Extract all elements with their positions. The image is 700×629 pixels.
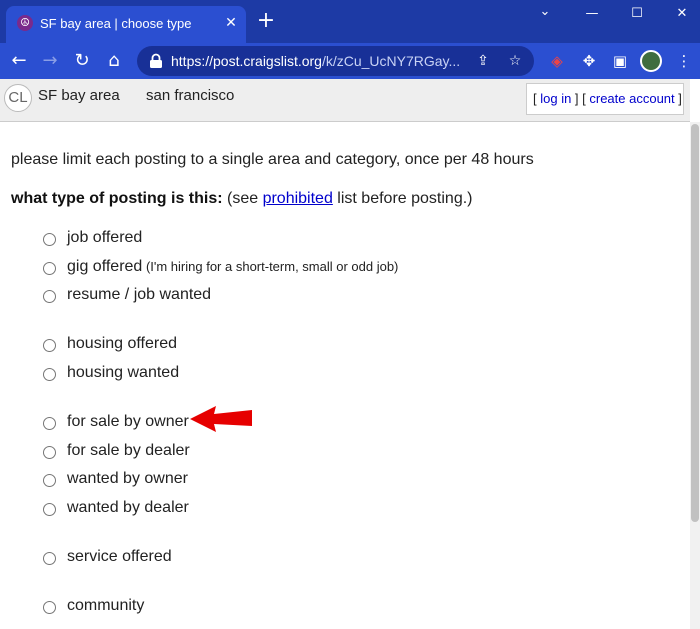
option-label[interactable]: community xyxy=(67,597,144,615)
radio-button[interactable] xyxy=(43,417,56,430)
active-tab[interactable]: ☮ SF bay area | choose type ✕ xyxy=(6,6,246,43)
scrollbar-thumb[interactable] xyxy=(691,124,699,522)
radio-button[interactable] xyxy=(43,368,56,381)
craigslist-header: CL SF bay area san francisco [ log in ] … xyxy=(0,79,690,122)
peace-sign-favicon-icon: ☮ xyxy=(17,15,33,31)
option-label[interactable]: wanted by owner xyxy=(67,470,188,488)
radio-button[interactable] xyxy=(43,262,56,275)
page-content: CL SF bay area san francisco [ log in ] … xyxy=(0,79,700,629)
profile-avatar[interactable] xyxy=(640,50,662,72)
option-label[interactable]: for sale by owner xyxy=(67,413,189,431)
tab-title: SF bay area | choose type xyxy=(40,16,192,31)
reload-icon[interactable]: ↻ xyxy=(70,49,94,73)
posting-limit-notice: please limit each posting to a single ar… xyxy=(11,151,534,168)
close-window-button[interactable]: ✕ xyxy=(671,4,693,24)
address-bar[interactable]: https://post.craigslist.org/k/zCu_UcNY7R… xyxy=(137,46,534,76)
radio-button[interactable] xyxy=(43,601,56,614)
tab-close-icon[interactable]: ✕ xyxy=(222,14,240,32)
option-label[interactable]: for sale by dealer xyxy=(67,442,190,460)
craigslist-logo[interactable]: CL xyxy=(4,84,32,112)
option-label[interactable]: resume / job wanted xyxy=(67,286,211,304)
option-label[interactable]: housing offered xyxy=(67,335,177,353)
lock-icon[interactable] xyxy=(149,53,163,69)
forward-arrow-icon[interactable]: → xyxy=(38,49,62,73)
tab-strip: ☮ SF bay area | choose type ✕ + ⌄ — ☐ ✕ xyxy=(0,0,700,43)
radio-button[interactable] xyxy=(43,474,56,487)
radio-button[interactable] xyxy=(43,339,56,352)
puzzle-extensions-icon[interactable]: ✥ xyxy=(577,49,601,73)
back-arrow-icon[interactable]: ← xyxy=(7,49,31,73)
account-links: [ log in ] [ create account ] xyxy=(526,83,684,115)
option-note: (I'm hiring for a short-term, small or o… xyxy=(142,259,399,274)
radio-button[interactable] xyxy=(43,233,56,246)
bookmark-star-icon[interactable]: ☆ xyxy=(505,51,525,71)
subarea-name: san francisco xyxy=(146,87,235,104)
option-label[interactable]: housing wanted xyxy=(67,364,179,382)
maximize-button[interactable]: ☐ xyxy=(626,4,648,24)
option-label[interactable]: service offered xyxy=(67,548,172,566)
tab-search-chevron-icon[interactable]: ⌄ xyxy=(534,2,556,22)
option-label[interactable]: job offered xyxy=(67,229,142,247)
radio-button[interactable] xyxy=(43,290,56,303)
home-icon[interactable]: ⌂ xyxy=(102,49,126,73)
create-account-link[interactable]: create account xyxy=(589,91,674,106)
radio-button[interactable] xyxy=(43,552,56,565)
login-link[interactable]: log in xyxy=(540,91,571,106)
vertical-scrollbar[interactable] xyxy=(690,122,700,629)
minimize-button[interactable]: — xyxy=(581,4,603,24)
side-panel-icon[interactable]: ▣ xyxy=(608,49,632,73)
area-name: SF bay area xyxy=(38,87,120,104)
radio-button[interactable] xyxy=(43,446,56,459)
option-label[interactable]: wanted by dealer xyxy=(67,499,189,517)
red-annotation-arrow-icon xyxy=(190,406,252,432)
share-icon[interactable]: ⇪ xyxy=(473,51,493,71)
url-text[interactable]: https://post.craigslist.org/k/zCu_UcNY7R… xyxy=(171,53,460,69)
prohibited-link[interactable]: prohibited xyxy=(263,190,333,207)
extension-icon[interactable]: ◈ xyxy=(545,49,569,73)
radio-button[interactable] xyxy=(43,503,56,516)
browser-toolbar: ← → ↻ ⌂ https://post.craigslist.org/k/zC… xyxy=(0,43,700,79)
option-label[interactable]: gig offered (I'm hiring for a short-term… xyxy=(67,258,398,276)
posting-type-question: what type of posting is this: (see prohi… xyxy=(11,190,473,207)
menu-kebab-icon[interactable]: ⋮ xyxy=(672,49,696,73)
new-tab-button[interactable]: + xyxy=(255,10,277,33)
